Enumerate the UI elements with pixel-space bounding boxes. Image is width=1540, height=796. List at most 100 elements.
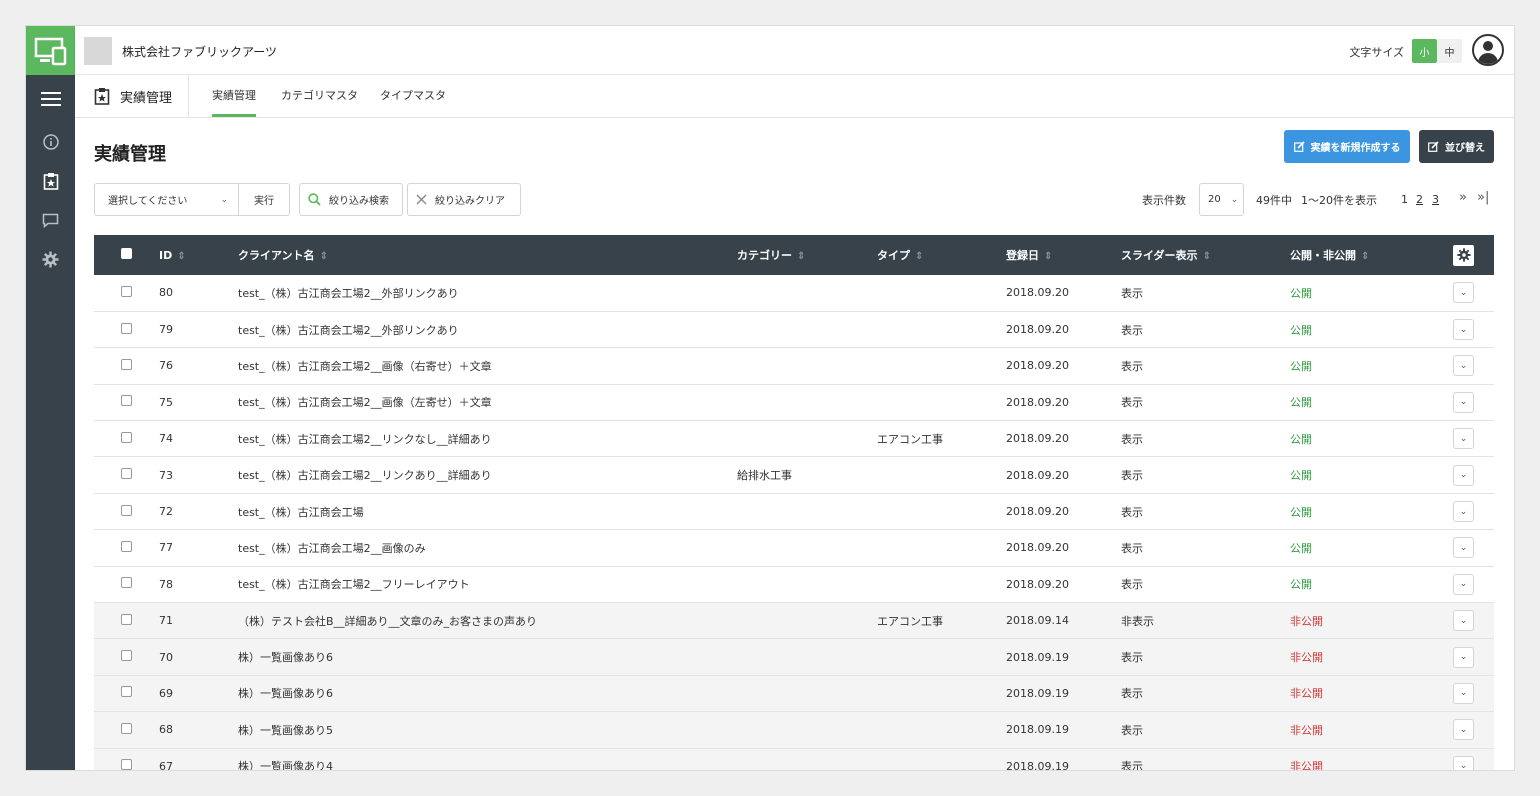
col-type[interactable]: タイプ ⇕ — [877, 235, 1006, 275]
table-row[interactable]: 68 株）一覧画像あり5 2018.09.19 表示 非公開 ⌄ — [94, 711, 1494, 749]
table-row[interactable]: 74 test_（株）古江商会工場2__リンクなし__詳細あり エアコン工事 2018… — [94, 420, 1494, 458]
row-select-cell[interactable] — [94, 529, 159, 567]
row-checkbox[interactable] — [121, 650, 132, 662]
row-menu-button[interactable]: ⌄ — [1453, 537, 1474, 559]
tab-achievements[interactable]: 実績管理 — [212, 75, 256, 117]
row-select-cell[interactable] — [94, 384, 159, 422]
row-menu-button[interactable]: ⌄ — [1453, 355, 1474, 377]
row-checkbox[interactable] — [121, 686, 132, 698]
row-menu-button[interactable]: ⌄ — [1453, 464, 1474, 486]
page-link-2[interactable]: 2 — [1416, 193, 1423, 206]
col-date[interactable]: 登録日 ⇕ — [1006, 235, 1121, 275]
page-link-1[interactable]: 1 — [1401, 193, 1408, 206]
clipboard-star-icon[interactable] — [26, 166, 75, 196]
row-select-cell[interactable] — [94, 675, 159, 713]
row-checkbox[interactable] — [121, 540, 132, 552]
run-button[interactable]: 実行 — [238, 183, 290, 216]
row-select-cell[interactable] — [94, 711, 159, 749]
row-menu-cell[interactable]: ⌄ — [1453, 638, 1494, 676]
next-page-icon[interactable]: » — [1459, 190, 1467, 205]
tab-category-master[interactable]: カテゴリマスタ — [281, 75, 358, 117]
col-status[interactable]: 公開・非公開 ⇕ — [1290, 235, 1453, 275]
select-all-cell[interactable] — [94, 235, 159, 275]
row-select-cell[interactable] — [94, 748, 159, 770]
column-settings-icon[interactable] — [1453, 244, 1474, 266]
row-checkbox[interactable] — [121, 358, 132, 370]
row-select-cell[interactable] — [94, 456, 159, 494]
row-select-cell[interactable] — [94, 311, 159, 349]
row-menu-button[interactable]: ⌄ — [1453, 755, 1474, 770]
row-menu-button[interactable]: ⌄ — [1453, 610, 1474, 632]
row-menu-button[interactable]: ⌄ — [1453, 282, 1474, 304]
row-checkbox[interactable] — [121, 395, 132, 407]
reorder-button[interactable]: 並び替え — [1419, 130, 1494, 163]
table-row[interactable]: 73 test_（株）古江商会工場2__リンクあり__詳細あり 給排水工事 2018.… — [94, 456, 1494, 494]
row-menu-cell[interactable]: ⌄ — [1453, 275, 1494, 312]
table-row[interactable]: 75 test_（株）古江商会工場2__画像（左寄せ）＋文章 2018.09.20 表… — [94, 384, 1494, 422]
table-row[interactable]: 80 test_（株）古江商会工場2__外部リンクあり 2018.09.20 表示 公開… — [94, 275, 1494, 312]
row-select-cell[interactable] — [94, 420, 159, 458]
col-id[interactable]: ID ⇕ — [159, 235, 238, 275]
table-row[interactable]: 72 test_（株）古江商会工場 2018.09.20 表示 公開 ⌄ — [94, 493, 1494, 531]
gear-icon[interactable] — [26, 244, 75, 274]
font-size-small-button[interactable]: 小 — [1412, 39, 1437, 63]
page-link-3[interactable]: 3 — [1432, 193, 1439, 206]
row-select-cell[interactable] — [94, 347, 159, 385]
row-menu-cell[interactable]: ⌄ — [1453, 347, 1494, 385]
table-row[interactable]: 70 株）一覧画像あり6 2018.09.19 表示 非公開 ⌄ — [94, 638, 1494, 676]
row-menu-cell[interactable]: ⌄ — [1453, 384, 1494, 422]
row-select-cell[interactable] — [94, 602, 159, 640]
table-row[interactable]: 77 test_（株）古江商会工場2__画像のみ 2018.09.20 表示 公開 ⌄ — [94, 529, 1494, 567]
row-menu-cell[interactable]: ⌄ — [1453, 456, 1494, 494]
row-select-cell[interactable] — [94, 638, 159, 676]
row-menu-cell[interactable]: ⌄ — [1453, 529, 1494, 567]
row-select-cell[interactable] — [94, 493, 159, 531]
row-checkbox[interactable] — [121, 577, 132, 589]
menu-icon[interactable] — [26, 84, 75, 114]
row-menu-cell[interactable]: ⌄ — [1453, 420, 1494, 458]
comment-icon[interactable] — [26, 205, 75, 235]
col-category[interactable]: カテゴリー ⇕ — [737, 235, 877, 275]
row-checkbox[interactable] — [121, 322, 132, 334]
table-row[interactable]: 76 test_（株）古江商会工場2__画像（右寄せ）＋文章 2018.09.20 表… — [94, 347, 1494, 385]
row-checkbox[interactable] — [121, 468, 132, 480]
row-checkbox[interactable] — [121, 431, 132, 443]
table-row[interactable]: 71 （株）テスト会社B__詳細あり__文章のみ_お客さまの声あり エアコン工事 20… — [94, 602, 1494, 640]
tab-type-master[interactable]: タイプマスタ — [380, 75, 446, 117]
per-page-select[interactable]: 20 ⌄ — [1199, 183, 1244, 216]
row-menu-button[interactable]: ⌄ — [1453, 391, 1474, 413]
row-menu-button[interactable]: ⌄ — [1453, 719, 1474, 741]
table-row[interactable]: 69 株）一覧画像あり6 2018.09.19 表示 非公開 ⌄ — [94, 675, 1494, 713]
filter-search-button[interactable]: 絞り込み検索 — [299, 183, 403, 216]
filter-clear-button[interactable]: 絞り込みクリア — [407, 183, 521, 216]
row-select-cell[interactable] — [94, 566, 159, 604]
info-icon[interactable] — [26, 127, 75, 157]
row-checkbox[interactable] — [121, 285, 132, 297]
bulk-action-select[interactable]: 選択してください ⌄ — [94, 183, 239, 216]
font-size-medium-button[interactable]: 中 — [1437, 39, 1462, 63]
select-all-checkbox[interactable] — [121, 248, 132, 259]
row-menu-cell[interactable]: ⌄ — [1453, 711, 1494, 749]
row-menu-button[interactable]: ⌄ — [1453, 573, 1474, 595]
col-slider[interactable]: スライダー表示 ⇕ — [1121, 235, 1290, 275]
last-page-icon[interactable]: »| — [1477, 190, 1489, 205]
row-menu-cell[interactable]: ⌄ — [1453, 675, 1494, 713]
row-checkbox[interactable] — [121, 613, 132, 625]
create-new-button[interactable]: 実績を新規作成する — [1284, 130, 1410, 163]
row-menu-button[interactable]: ⌄ — [1453, 501, 1474, 523]
row-select-cell[interactable] — [94, 275, 159, 312]
row-menu-button[interactable]: ⌄ — [1453, 428, 1474, 450]
app-logo[interactable] — [26, 26, 75, 75]
column-settings-cell[interactable] — [1453, 235, 1494, 275]
row-menu-cell[interactable]: ⌄ — [1453, 602, 1494, 640]
col-client[interactable]: クライアント名 ⇕ — [238, 235, 737, 275]
row-menu-cell[interactable]: ⌄ — [1453, 566, 1494, 604]
row-checkbox[interactable] — [121, 504, 132, 516]
row-menu-cell[interactable]: ⌄ — [1453, 311, 1494, 349]
row-menu-button[interactable]: ⌄ — [1453, 682, 1474, 704]
table-row[interactable]: 78 test_（株）古江商会工場2__フリーレイアウト 2018.09.20 表示公… — [94, 566, 1494, 604]
row-checkbox[interactable] — [121, 759, 132, 770]
row-checkbox[interactable] — [121, 722, 132, 734]
row-menu-button[interactable]: ⌄ — [1453, 646, 1474, 668]
row-menu-cell[interactable]: ⌄ — [1453, 748, 1494, 770]
